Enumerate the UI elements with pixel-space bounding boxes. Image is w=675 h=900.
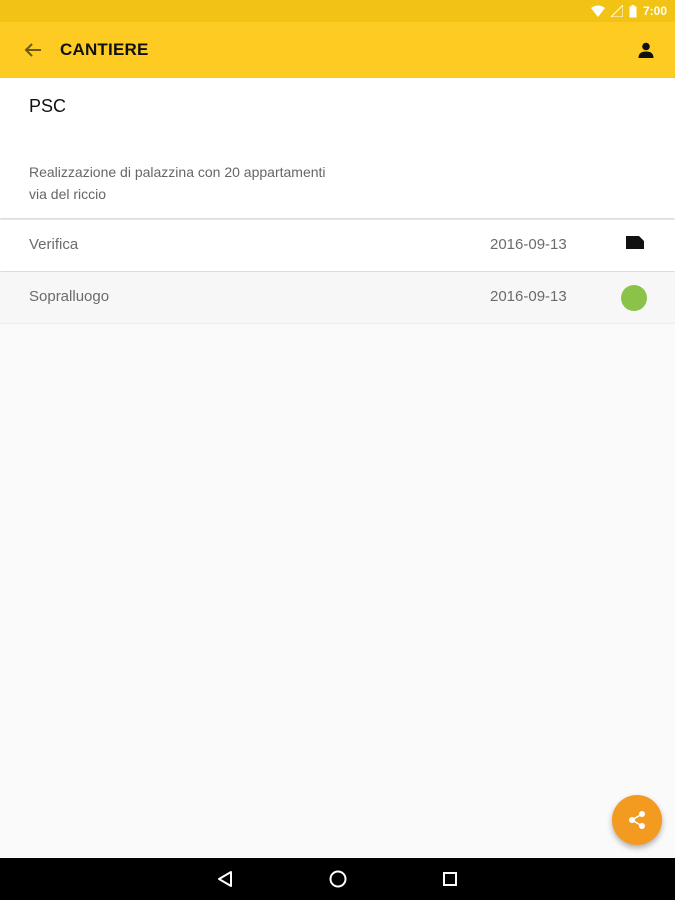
- recents-square-icon[interactable]: [438, 867, 462, 891]
- list-item-sopralluogo[interactable]: Sopralluogo 2016-09-13: [0, 272, 675, 324]
- share-button[interactable]: [612, 795, 662, 845]
- list-item-date: 2016-09-13: [490, 236, 567, 253]
- label-tag-icon[interactable]: [626, 236, 644, 254]
- site-description-line-2: via del riccio: [29, 186, 107, 202]
- app-bar: CANTIERE: [0, 22, 675, 78]
- back-triangle-icon[interactable]: [213, 867, 237, 891]
- home-circle-icon[interactable]: [326, 867, 350, 891]
- status-bar: 7:00: [0, 0, 675, 22]
- site-description-line-1: Realizzazione di palazzina con 20 appart…: [29, 164, 326, 180]
- battery-icon: [629, 4, 637, 18]
- page-title: CANTIERE: [60, 40, 149, 59]
- list-item-verifica[interactable]: Verifica 2016-09-13: [0, 220, 675, 271]
- site-name: PSC: [29, 96, 67, 116]
- status-time: 7:00: [642, 4, 667, 18]
- system-nav-bar: [0, 858, 675, 900]
- arrow-back-icon[interactable]: [21, 38, 45, 62]
- signal-icon: [610, 5, 623, 17]
- list-item-date: 2016-09-13: [490, 288, 567, 305]
- person-icon[interactable]: [634, 38, 658, 62]
- list-item-label: Verifica: [29, 236, 79, 253]
- wifi-icon: [590, 5, 605, 17]
- list-item-label: Sopralluogo: [29, 288, 110, 305]
- share-icon: [628, 810, 646, 830]
- status-dot: [621, 285, 647, 311]
